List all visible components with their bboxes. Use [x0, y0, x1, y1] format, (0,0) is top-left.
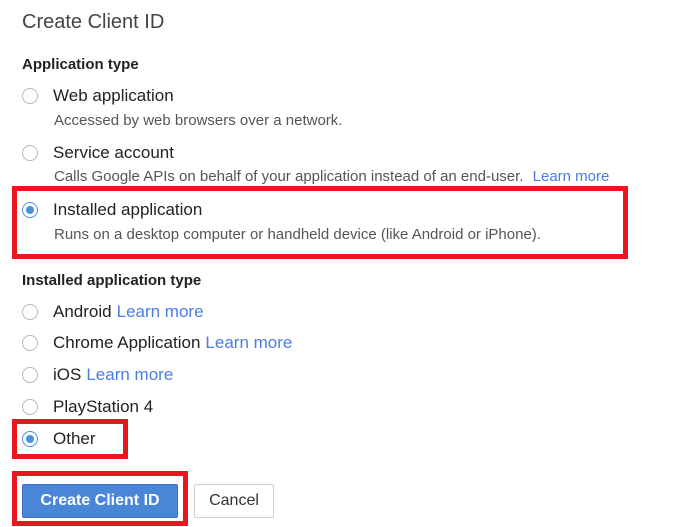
radio-circle[interactable]: [22, 367, 38, 383]
radio-android[interactable]: Android Learn more: [22, 301, 204, 323]
option-description: Calls Google APIs on behalf of your appl…: [54, 168, 609, 185]
description-text: Calls Google APIs on behalf of your appl…: [54, 168, 524, 185]
radio-installed-application[interactable]: Installed application: [22, 199, 202, 221]
option-label: Installed application: [53, 200, 203, 219]
installed-application-type-heading: Installed application type: [22, 272, 202, 289]
learn-more-link[interactable]: Learn more: [86, 365, 173, 385]
radio-ios[interactable]: iOS Learn more: [22, 364, 173, 386]
option-label: Web application: [53, 86, 174, 105]
option-label: Chrome Application: [53, 333, 201, 352]
learn-more-link[interactable]: Learn more: [205, 333, 292, 353]
highlight-box: [12, 186, 628, 259]
radio-web-application[interactable]: Web application: [22, 85, 174, 107]
radio-circle[interactable]: [22, 304, 38, 320]
option-description: Accessed by web browsers over a network.: [54, 112, 343, 129]
radio-circle[interactable]: [22, 145, 38, 161]
radio-circle[interactable]: [22, 335, 38, 351]
radio-circle[interactable]: [22, 202, 38, 218]
create-client-id-button[interactable]: Create Client ID: [22, 484, 178, 518]
learn-more-link[interactable]: Learn more: [117, 302, 204, 322]
option-label: PlayStation 4: [53, 397, 154, 416]
radio-chrome-application[interactable]: Chrome Application Learn more: [22, 332, 292, 354]
cancel-button[interactable]: Cancel: [194, 484, 274, 518]
option-label: Service account: [53, 143, 174, 162]
radio-other[interactable]: Other: [22, 428, 96, 450]
radio-circle[interactable]: [22, 431, 38, 447]
option-label: Other: [53, 429, 96, 448]
radio-circle[interactable]: [22, 88, 38, 104]
learn-more-link[interactable]: Learn more: [533, 168, 610, 185]
radio-circle[interactable]: [22, 399, 38, 415]
radio-service-account[interactable]: Service account: [22, 142, 174, 164]
option-label: iOS: [53, 365, 82, 384]
option-description: Runs on a desktop computer or handheld d…: [54, 226, 541, 243]
dialog-title: Create Client ID: [22, 11, 165, 33]
application-type-heading: Application type: [22, 56, 139, 73]
option-label: Android: [53, 302, 112, 321]
radio-playstation-4[interactable]: PlayStation 4: [22, 396, 153, 418]
